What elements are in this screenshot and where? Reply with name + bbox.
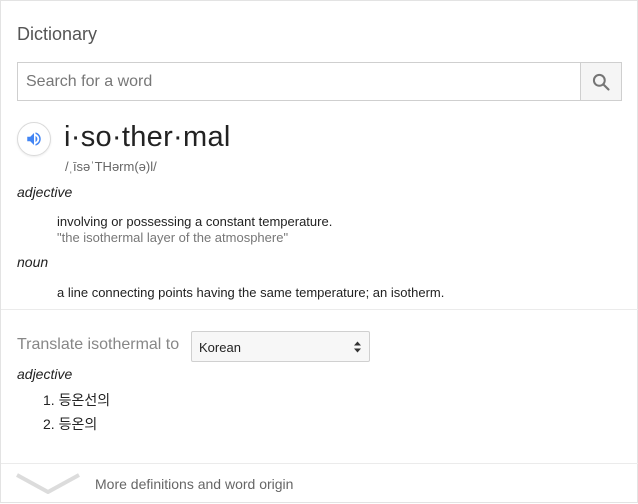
section-divider	[1, 309, 638, 310]
translate-label: Translate isothermal to	[17, 336, 180, 353]
translation-list: 1. 등온선의 2. 등온의	[43, 391, 110, 439]
translation-item: 2. 등온의	[43, 416, 98, 432]
language-select[interactable]: Korean	[191, 331, 370, 362]
example-sentence: "the isothermal layer of the atmosphere"	[57, 230, 289, 245]
search-button[interactable]	[580, 63, 621, 100]
more-definitions-label: More definitions and word origin	[95, 476, 294, 492]
search-input[interactable]	[18, 63, 583, 100]
chevron-down-icon	[16, 473, 80, 494]
part-of-speech-label: noun	[17, 254, 49, 270]
card-title: Dictionary	[17, 24, 98, 44]
search-box	[17, 62, 622, 101]
speaker-icon	[27, 132, 41, 146]
definition-text: a line connecting points having the same…	[57, 285, 445, 300]
headword: i·so·ther·mal	[64, 121, 231, 153]
translation-part-of-speech: adjective	[17, 366, 73, 382]
part-of-speech-label: adjective	[17, 184, 73, 200]
dictionary-card: Dictionary i·so·ther·mal /ˌīsəˈTHərm(ə)l…	[0, 0, 638, 503]
translation-item: 1. 등온선의	[43, 392, 111, 408]
phonetic-spelling: /ˌīsəˈTHərm(ə)l/	[65, 159, 157, 174]
more-definitions-link[interactable]: More definitions and word origin	[1, 464, 638, 504]
selected-language: Korean	[199, 340, 241, 355]
select-arrows-icon	[354, 341, 361, 353]
search-icon	[592, 73, 610, 91]
definition-text: involving or possessing a constant tempe…	[57, 214, 333, 229]
pronunciation-button[interactable]	[17, 122, 51, 156]
